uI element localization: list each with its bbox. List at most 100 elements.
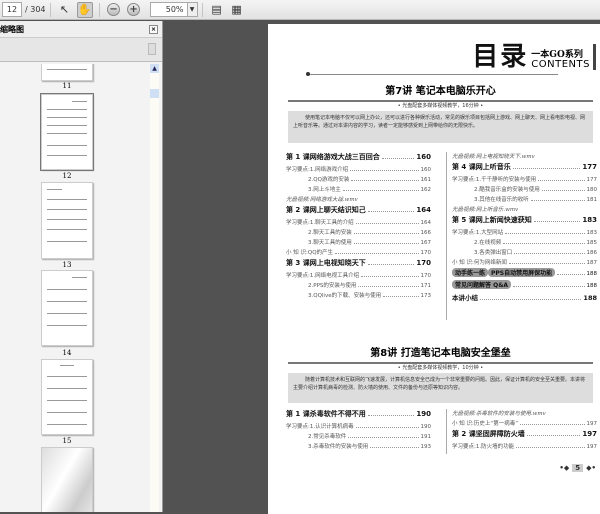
entry-page: 187 — [586, 260, 598, 266]
toc-entry[interactable]: 3.QQlive的下载、安装与使用 173 — [286, 291, 431, 301]
thumbnail-page[interactable] — [41, 447, 93, 512]
entry-title: PPS自动禁用屏保功能 — [488, 268, 556, 277]
scrollbar-thumb[interactable] — [150, 89, 159, 98]
toc-entry[interactable]: 小 知 识: 何为网络新闻 187 — [452, 258, 597, 268]
thumbnail-label: 14 — [62, 349, 72, 357]
toc-entry[interactable]: 学习要点: 1.防火墙的功能 197 — [452, 442, 597, 452]
page-number: 5 — [572, 464, 584, 472]
toc-entry[interactable]: 3.各类弹出窗口 186 — [452, 248, 597, 258]
entry-title: 何为网络新闻 — [473, 260, 507, 266]
leader-dots — [361, 273, 419, 277]
toc-entry[interactable]: 光盘视频: 网上听音乐.wmv — [452, 205, 597, 215]
toc-entry[interactable]: 2.常见杀毒软件 191 — [286, 432, 431, 442]
fit-page-icon[interactable]: ▤ — [209, 2, 225, 18]
toc-entry[interactable]: 学习要点: 1.网络电视工具介绍 170 — [286, 271, 431, 281]
leader-dots — [541, 187, 585, 191]
entry-page: 161 — [420, 177, 432, 183]
leader-dots — [358, 283, 419, 287]
toc-entry[interactable]: 2.PPS的安装与使用 171 — [286, 281, 431, 291]
toc-entry[interactable]: 学习要点: 1.网络游戏介绍 160 — [286, 165, 431, 175]
thumbnail-page[interactable] — [40, 93, 94, 171]
entry-page: 160 — [420, 167, 432, 173]
toc-entry[interactable]: 第 2 课 网上聊天结识知己 164 — [286, 205, 431, 218]
entry-title: 网络游戏大战三百回合 — [309, 153, 380, 161]
toc-entry[interactable]: 小 知 识: QQ的产生 170 — [286, 248, 431, 258]
entry-title: 2.PPS的安装与使用 — [308, 283, 357, 289]
entry-label: 光盘视频: — [286, 197, 310, 203]
thumbnail-page[interactable] — [41, 64, 93, 81]
toc-entry[interactable]: 第 1 课 网络游戏大战三百回合 160 — [286, 152, 431, 165]
toc-entry[interactable]: 3.网上斗地主 162 — [286, 185, 431, 195]
toc-entry[interactable]: 常见问题解答 Q&A 188 — [452, 280, 597, 292]
thumbnail-scrollbar[interactable]: ▲ — [150, 64, 159, 512]
toc-entry[interactable]: 第 5 课 网上新闻快速获知 183 — [452, 215, 597, 228]
leader-dots — [480, 296, 582, 300]
toc-entry[interactable]: 学习要点: 1.大型网站 183 — [452, 228, 597, 238]
toc-entry[interactable]: 第 2 课 坚固屏障防火墙 197 — [452, 429, 597, 442]
entry-page: 188 — [586, 271, 598, 277]
entry-page: 197 — [586, 444, 598, 450]
divider — [49, 2, 51, 17]
entry-page: 170 — [416, 259, 431, 267]
entry-page: 190 — [416, 410, 431, 418]
toc-entry[interactable]: 2.聊天工具的安装 166 — [286, 228, 431, 238]
toc-entry[interactable]: 学习要点: 1.聊天工具的介绍 164 — [286, 218, 431, 228]
toc-entry[interactable]: 光盘视频: 网络游戏大战.wmv — [286, 195, 431, 205]
entry-label: 小 知 识: — [452, 421, 474, 427]
leader-dots — [530, 197, 585, 201]
leader-dots — [381, 155, 415, 159]
zoom-out-button[interactable]: − — [106, 2, 122, 18]
leader-dots — [355, 220, 419, 224]
toc-entry[interactable]: 3.其他在线音乐的收听 181 — [452, 195, 597, 205]
toc-entry[interactable]: 动手练一练 PPS自动禁用屏保功能 188 — [452, 268, 597, 280]
leader-dots — [353, 230, 419, 234]
leader-dots — [508, 260, 585, 264]
entry-title: 2.QQ游戏的安装 — [308, 177, 350, 183]
thumbnail-page[interactable] — [41, 270, 93, 346]
leader-dots — [367, 261, 415, 265]
leader-dots — [520, 421, 585, 425]
close-icon[interactable]: × — [149, 24, 158, 34]
toc-entry[interactable]: 第 4 课 网上听音乐 177 — [452, 162, 597, 175]
page-number-input[interactable]: 12 — [2, 2, 22, 17]
toc-entry[interactable]: 3.杀毒软件的安装与使用 193 — [286, 442, 431, 452]
entry-page: 171 — [420, 283, 432, 289]
entry-title: 常见问题解答 Q&A — [452, 280, 512, 289]
toc-entry[interactable]: 学习要点: 1.千千静听的安装与使用 177 — [452, 175, 597, 185]
entry-label: 第 2 课 — [286, 206, 310, 214]
toc-entry[interactable]: 本讲小结 188 — [452, 292, 597, 305]
toc-entry[interactable]: 第 1 课 杀毒软件不得不用 190 — [286, 409, 431, 422]
document-viewer[interactable]: 目录 一本GO系列 CONTENTS 第7讲 笔记本电脑乐开心 • 光盘配套多媒体… — [164, 21, 600, 514]
entry-title: 1.网络游戏介绍 — [309, 167, 349, 173]
toc-entry[interactable]: 小 知 识: 历史上“第一病毒” 197 — [452, 419, 597, 429]
toc-entry[interactable]: 学习要点: 1.认识计算机病毒 190 — [286, 422, 431, 432]
divider — [98, 2, 100, 17]
toc-entry[interactable]: 3.聊天工具的使用 167 — [286, 238, 431, 248]
zoom-in-button[interactable]: + — [126, 2, 142, 18]
toc-entry[interactable]: 2.在线视频 185 — [452, 238, 597, 248]
thumbnail-page[interactable] — [41, 359, 93, 435]
thumbnail-page[interactable] — [41, 182, 93, 259]
fit-width-icon[interactable]: ▦ — [229, 2, 245, 18]
toc-entry[interactable]: 2.QQ游戏的安装 161 — [286, 175, 431, 185]
plus-icon: + — [127, 3, 141, 16]
toc-entry[interactable]: 光盘视频: 杀毒软件的安装与使用.wmv — [452, 409, 597, 419]
scroll-up-icon[interactable]: ▲ — [150, 64, 159, 73]
entry-label: 学习要点: — [452, 444, 476, 450]
select-tool-icon[interactable]: ↖ — [57, 2, 73, 18]
zoom-dropdown-chevron-icon[interactable]: ▼ — [187, 2, 198, 17]
toc-entry[interactable]: 第 3 课 网上电视知晓天下 170 — [286, 258, 431, 271]
delete-icon[interactable] — [148, 43, 156, 55]
entry-title: 3.聊天工具的使用 — [308, 240, 352, 246]
entry-title: 网上听音乐 — [475, 163, 511, 171]
entry-page: 162 — [420, 187, 432, 193]
zoom-input[interactable]: 50% — [149, 2, 188, 17]
entry-label: 光盘视频: — [452, 207, 476, 213]
entry-title: 网上聊天结识知己 — [309, 206, 366, 214]
entry-label: 学习要点: — [286, 167, 310, 173]
toc-entry[interactable]: 2.酷我音乐盒的安装与使用 180 — [452, 185, 597, 195]
toc-entry[interactable]: 光盘视频: 网上电视知晓天下.wmv — [452, 152, 597, 162]
leader-dots — [351, 177, 419, 181]
hand-tool-icon[interactable]: ✋ — [76, 1, 93, 18]
entry-page: 164 — [416, 206, 431, 214]
